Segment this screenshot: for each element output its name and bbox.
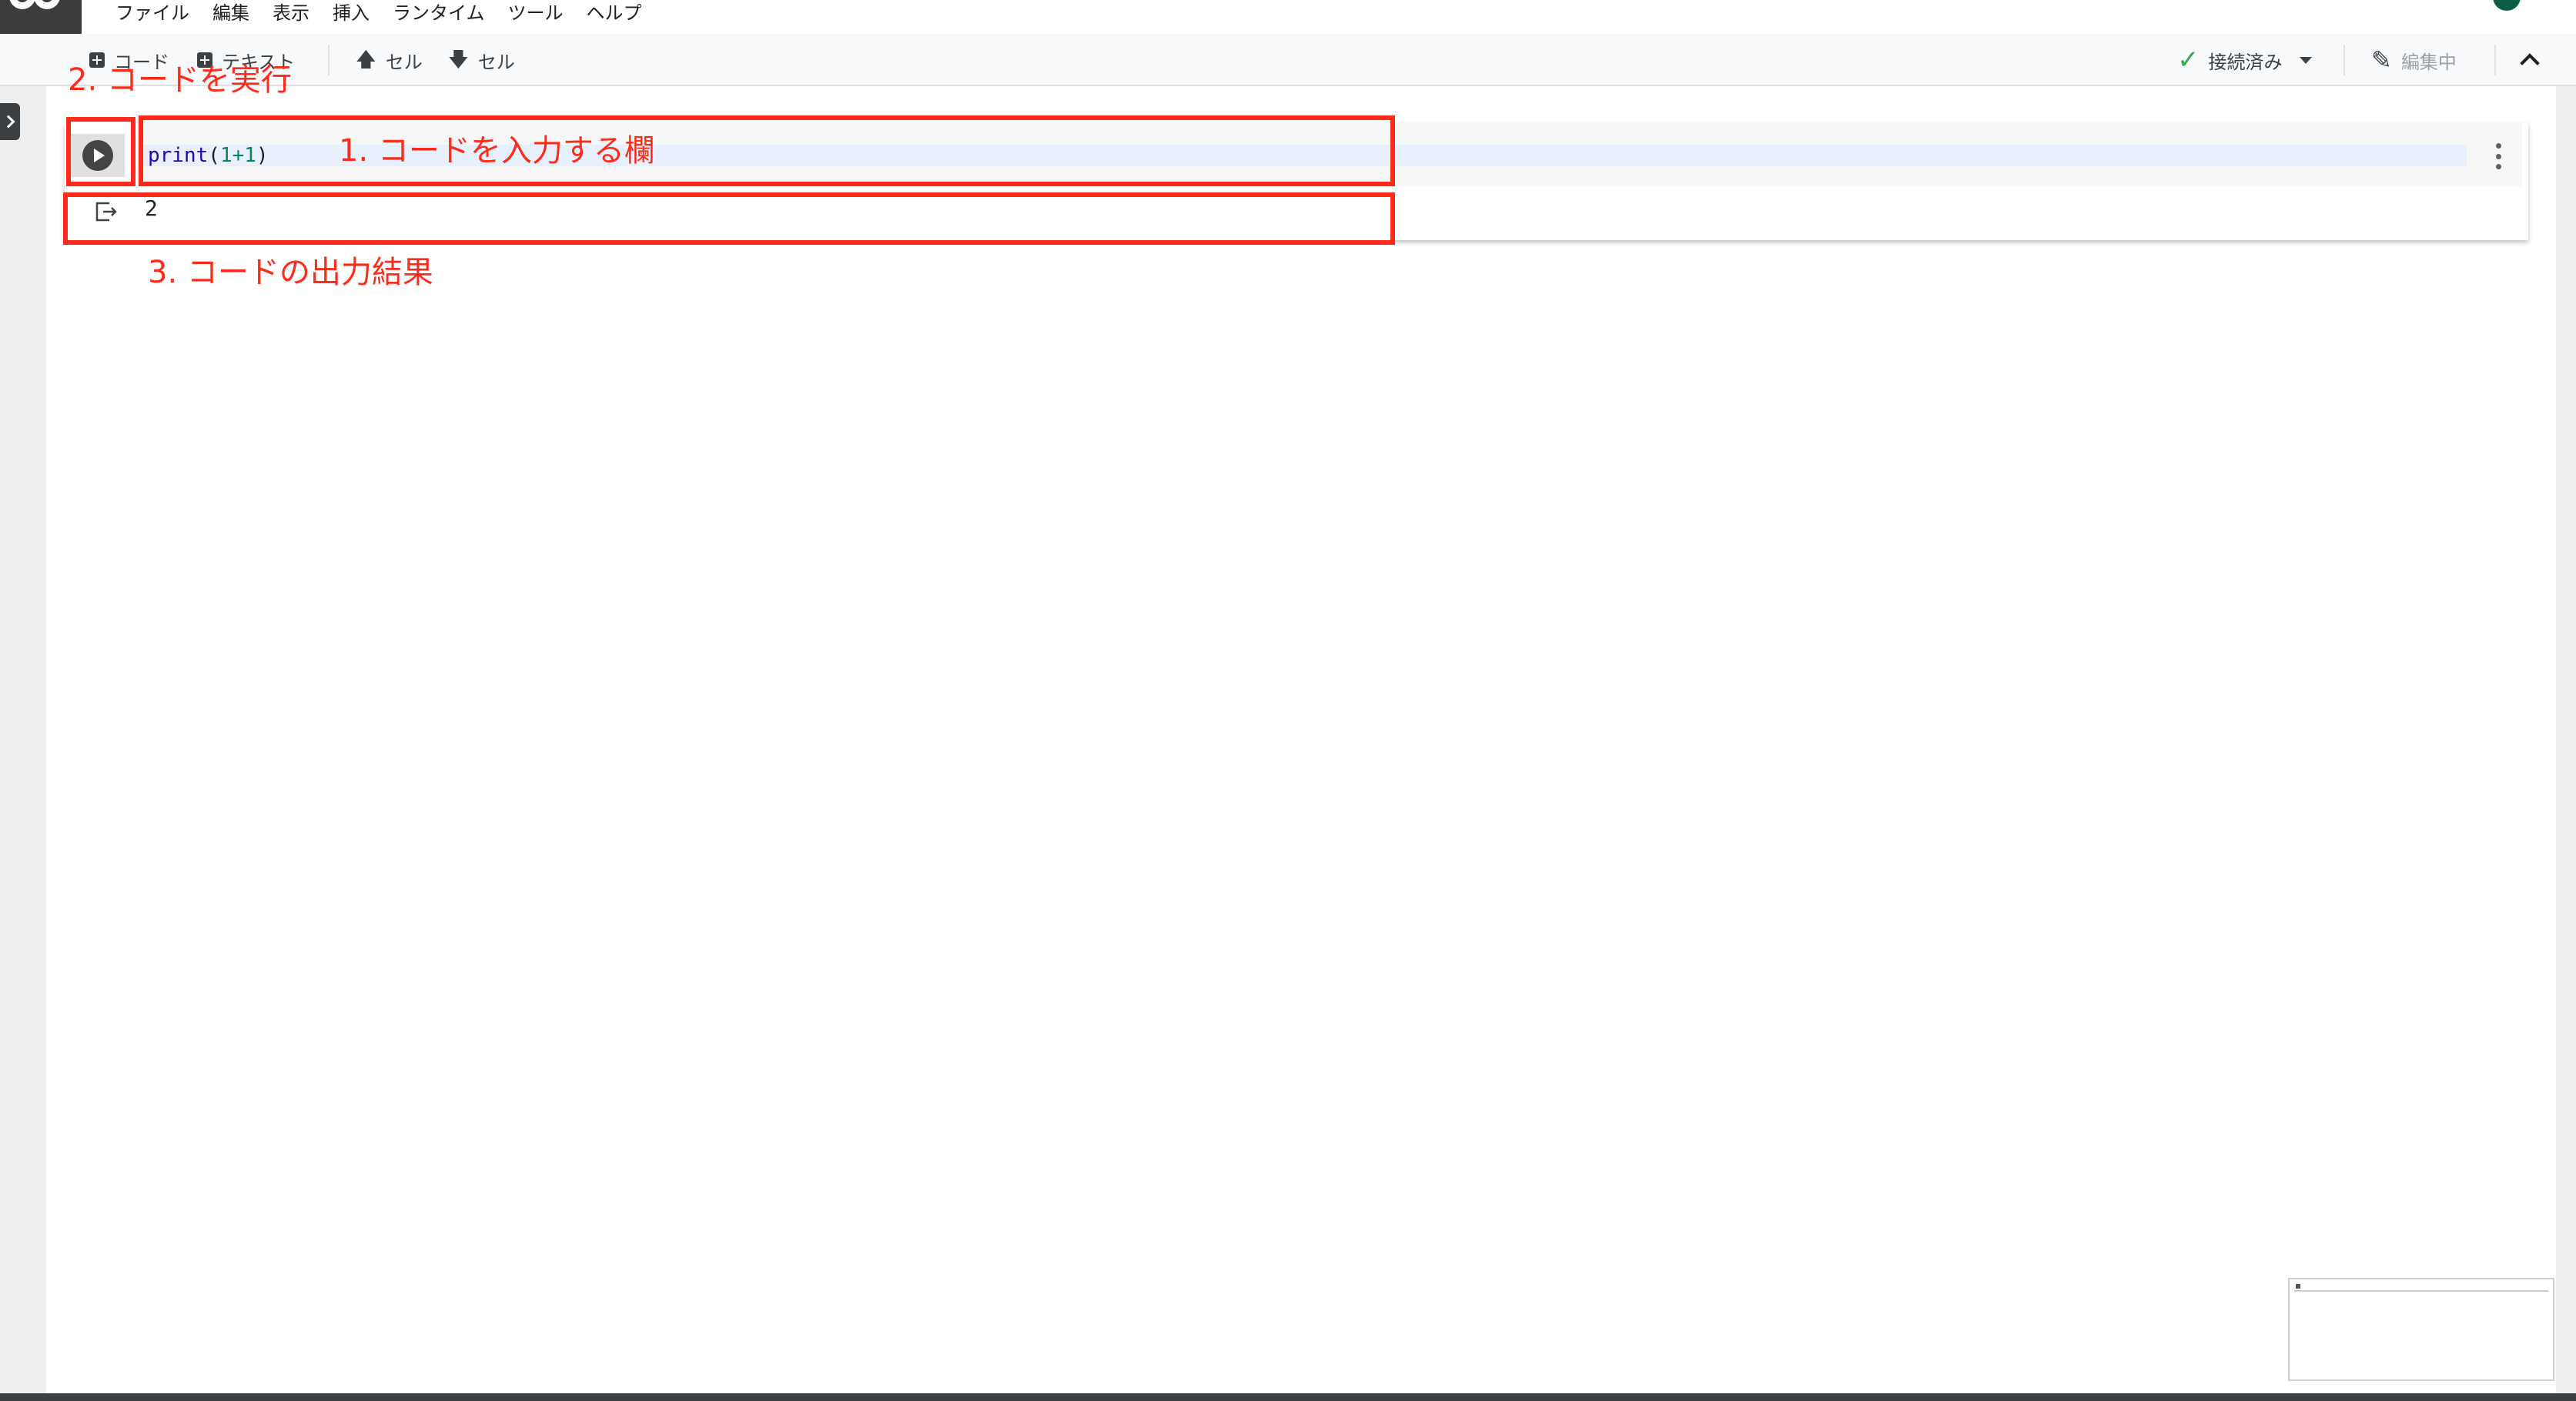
run-button-highlight bbox=[66, 117, 135, 186]
output-area-highlight bbox=[63, 192, 1395, 245]
move-cell-up-label: セル bbox=[385, 51, 423, 73]
avatar[interactable] bbox=[2493, 0, 2521, 11]
toolbar-divider bbox=[328, 45, 330, 75]
edit-mode-button[interactable]: ✎ 編集中 bbox=[2371, 45, 2457, 75]
notebook-area bbox=[46, 100, 2556, 1393]
chevron-up-icon bbox=[2520, 53, 2540, 73]
input-area-highlight bbox=[139, 115, 1395, 186]
left-gutter bbox=[0, 86, 46, 1401]
check-icon: ✓ bbox=[2177, 45, 2200, 75]
menu-file[interactable]: ファイル bbox=[115, 0, 189, 28]
logo-ring-left bbox=[9, 0, 35, 9]
move-cell-up-button[interactable]: 🡅 セル bbox=[356, 45, 423, 75]
toolbar: コード テキスト 🡅 セル 🡇 セル ✓ 接続済み ✎ 編集中 bbox=[0, 34, 2576, 86]
toolbar-divider bbox=[2343, 45, 2345, 75]
more-vert-icon[interactable] bbox=[2493, 143, 2504, 169]
logo-ring-right bbox=[34, 0, 60, 9]
connection-status-button[interactable]: ✓ 接続済み bbox=[2177, 45, 2312, 75]
annotation-input: 1. コードを入力する欄 bbox=[339, 133, 655, 169]
edit-mode-label: 編集中 bbox=[2400, 51, 2457, 73]
menu-edit[interactable]: 編集 bbox=[212, 0, 249, 28]
colab-logo[interactable] bbox=[0, 0, 82, 34]
connection-status-label: 接続済み bbox=[2208, 51, 2283, 73]
minimap-divider bbox=[2294, 1290, 2548, 1292]
right-gutter bbox=[2556, 86, 2576, 1401]
menu-bar: ファイル 編集 表示 挿入 ランタイム ツール ヘルプ bbox=[0, 0, 2576, 34]
bottom-bar bbox=[0, 1393, 2576, 1401]
main-menu: ファイル 編集 表示 挿入 ランタイム ツール ヘルプ bbox=[115, 0, 642, 28]
sidebar-toggle[interactable] bbox=[0, 103, 20, 140]
chevron-right-icon bbox=[2, 115, 15, 129]
toolbar-divider bbox=[2494, 45, 2496, 75]
minimap-cell-marker bbox=[2296, 1284, 2300, 1289]
minimap[interactable] bbox=[2288, 1278, 2554, 1381]
arrow-down-icon: 🡇 bbox=[448, 48, 469, 72]
menu-view[interactable]: 表示 bbox=[273, 0, 309, 28]
move-cell-down-label: セル bbox=[477, 51, 515, 73]
collapse-header-button[interactable] bbox=[2514, 45, 2545, 75]
chevron-down-icon bbox=[2299, 56, 2312, 64]
annotation-output: 3. コードの出力結果 bbox=[148, 255, 433, 290]
menu-help[interactable]: ヘルプ bbox=[587, 0, 642, 28]
arrow-up-icon: 🡅 bbox=[356, 48, 376, 72]
move-cell-down-button[interactable]: 🡇 セル bbox=[448, 45, 515, 75]
menu-insert[interactable]: 挿入 bbox=[333, 0, 370, 28]
annotation-run: 2. コードを実行 bbox=[68, 62, 292, 98]
menu-runtime[interactable]: ランタイム bbox=[393, 0, 485, 28]
menu-tools[interactable]: ツール bbox=[508, 0, 564, 28]
pencil-icon: ✎ bbox=[2371, 45, 2392, 75]
